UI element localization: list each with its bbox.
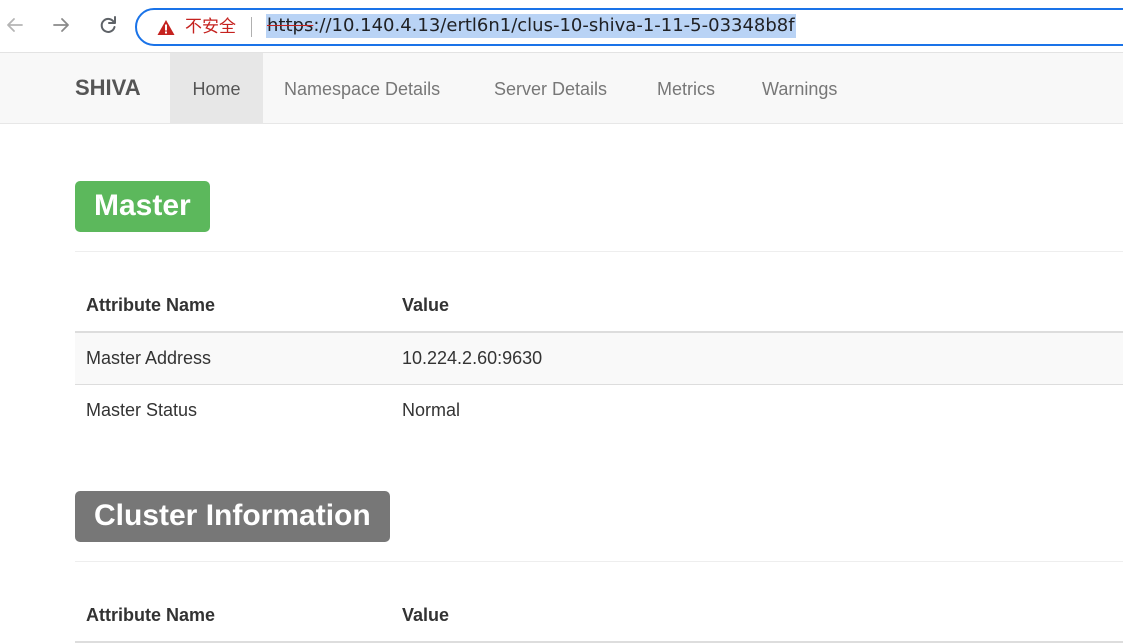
- nav-item-namespace-details[interactable]: Namespace Details: [284, 53, 440, 123]
- cluster-section-title: Cluster Information: [75, 491, 390, 542]
- attribute-name-cell: Master Address: [86, 348, 212, 368]
- security-status-text[interactable]: 不安全: [185, 16, 236, 38]
- back-icon[interactable]: [4, 14, 26, 36]
- url-scheme: https: [267, 15, 314, 36]
- url-text[interactable]: https://10.140.4.13/ertl6n1/clus-10-shiv…: [266, 14, 796, 38]
- nav-item-home[interactable]: Home: [170, 53, 263, 123]
- forward-icon[interactable]: [50, 14, 72, 36]
- column-header-attribute-name: Attribute Name: [86, 605, 216, 625]
- attribute-value-cell: Normal: [402, 400, 461, 420]
- cluster-table: Attribute Name Value: [75, 590, 1123, 643]
- browser-toolbar: 不安全 https://10.140.4.13/ertl6n1/clus-10-…: [0, 0, 1123, 53]
- nav-item-warnings[interactable]: Warnings: [762, 53, 837, 123]
- attribute-value-cell: 10.224.2.60:9630: [402, 348, 543, 368]
- table-header: Attribute Name Value: [75, 280, 1123, 333]
- nav-item-metrics[interactable]: Metrics: [657, 53, 715, 123]
- attribute-name-cell: Master Status: [86, 400, 198, 420]
- app-navbar: SHIVA Home Namespace Details Server Deta…: [0, 53, 1123, 124]
- omnibox-divider: [251, 17, 252, 37]
- master-table: Attribute Name Value Master Address 10.2…: [75, 280, 1123, 436]
- section-divider: [75, 561, 1123, 562]
- table-header: Attribute Name Value: [75, 590, 1123, 643]
- column-header-value: Value: [402, 605, 450, 625]
- warning-triangle-icon[interactable]: [157, 19, 175, 36]
- column-header-value: Value: [402, 295, 450, 315]
- section-divider: [75, 251, 1123, 252]
- master-section-title: Master: [75, 181, 210, 232]
- url-path: ://10.140.4.13/ertl6n1/clus-10-shiva-1-1…: [313, 15, 795, 36]
- address-bar[interactable]: 不安全 https://10.140.4.13/ertl6n1/clus-10-…: [135, 8, 1123, 46]
- reload-icon[interactable]: [97, 14, 119, 36]
- nav-item-server-details[interactable]: Server Details: [494, 53, 607, 123]
- table-row: Master Address 10.224.2.60:9630: [75, 333, 1123, 385]
- brand-logo-text[interactable]: SHIVA: [75, 53, 141, 123]
- table-row: Master Status Normal: [75, 385, 1123, 436]
- column-header-attribute-name: Attribute Name: [86, 295, 216, 315]
